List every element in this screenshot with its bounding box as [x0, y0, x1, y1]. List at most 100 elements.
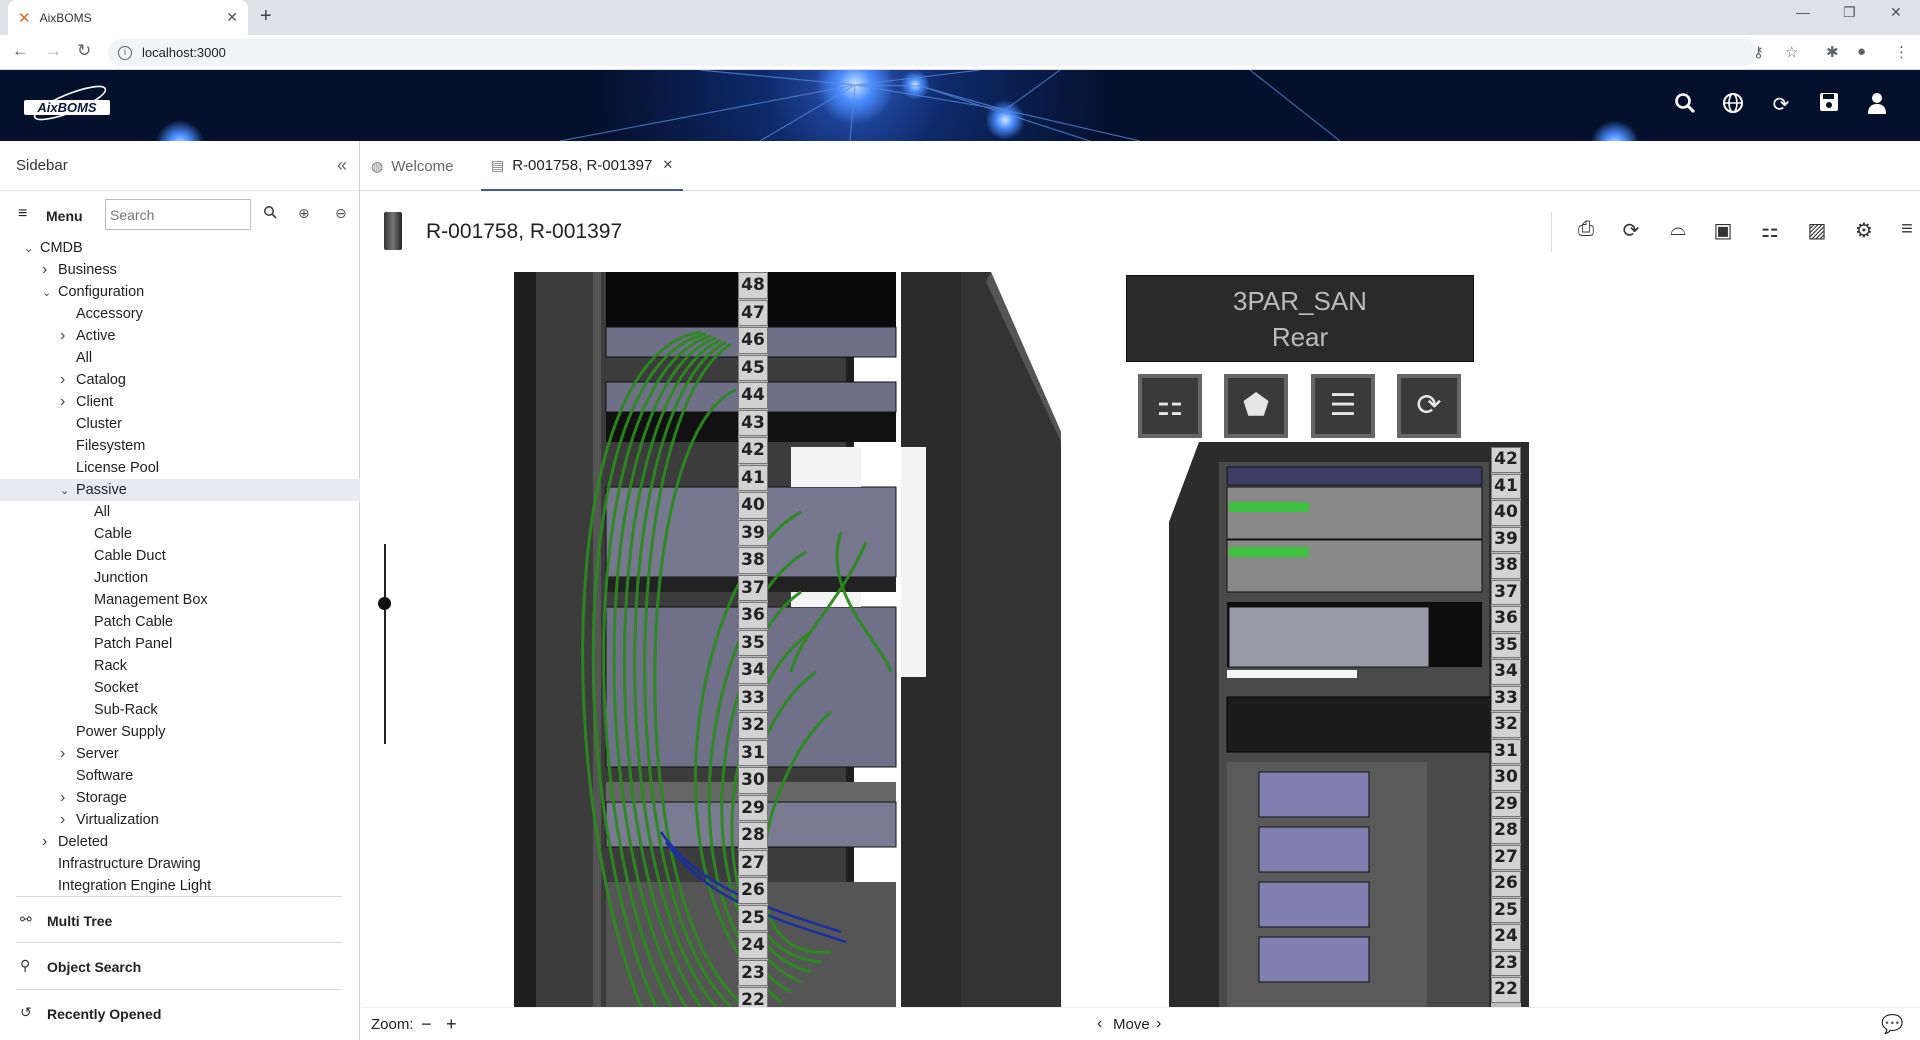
tree-node[interactable]: Cluster — [60, 413, 122, 435]
tree-node[interactable]: ⌄ Configuration — [42, 281, 144, 303]
close-tab-icon[interactable]: ✕ — [226, 9, 238, 26]
list-view-button[interactable]: ☰ — [1311, 374, 1375, 438]
tree-node[interactable]: › Server — [60, 743, 119, 765]
tree-node[interactable]: Rack — [78, 655, 127, 677]
tree-node-label: Sub-Rack — [94, 702, 158, 718]
print-icon[interactable]: ⎙ — [1572, 218, 1600, 246]
chevron-right-icon[interactable]: › — [60, 743, 76, 765]
forward-icon[interactable]: → — [45, 41, 62, 61]
star-icon[interactable]: ☆ — [1785, 43, 1798, 61]
back-icon[interactable]: ← — [12, 41, 29, 61]
rack-unit-number: 29 — [738, 794, 768, 821]
tree-node[interactable]: Junction — [78, 567, 148, 589]
chevron-right-icon[interactable]: › — [42, 831, 58, 853]
profile-icon[interactable]: ● — [1857, 43, 1866, 60]
tab-welcome[interactable]: ◍ Welcome — [361, 141, 463, 191]
tree-node[interactable]: Patch Cable — [78, 611, 173, 633]
tree-node[interactable]: Power Supply — [60, 721, 165, 743]
chevron-down-icon[interactable]: ⌄ — [60, 480, 76, 502]
tree-node[interactable]: Infrastructure Drawing — [42, 853, 201, 875]
tree-node[interactable]: License Pool — [60, 457, 159, 479]
rack-unit-number: 39 — [1491, 526, 1521, 552]
url-field[interactable]: i localhost:3000 — [108, 39, 1758, 66]
browser-tab[interactable]: ✕ AixBOMS ✕ — [8, 0, 248, 35]
sync-icon[interactable]: ⟳ — [1769, 92, 1793, 116]
tree-node[interactable]: Cable — [78, 523, 132, 545]
expand-all-icon[interactable]: ⊕ — [298, 205, 310, 222]
menu-icon[interactable]: ≡ — [1893, 218, 1920, 246]
tree-node[interactable]: ⌄ CMDB — [24, 237, 83, 259]
extensions-icon[interactable]: ✱ — [1826, 43, 1839, 61]
chevron-right-icon[interactable]: › — [60, 391, 76, 413]
tree-node[interactable]: Filesystem — [60, 435, 145, 457]
info-icon[interactable]: i — [118, 45, 132, 60]
tree-node[interactable]: Management Box — [78, 589, 208, 611]
tree-node[interactable]: › Client — [60, 391, 113, 413]
tree-node[interactable]: › Catalog — [60, 369, 126, 391]
restore-icon[interactable]: ❐ — [1843, 4, 1856, 21]
tree-node[interactable]: ⌄ Passive — [0, 479, 360, 501]
hierarchy-icon[interactable]: ⚏ — [1756, 218, 1784, 246]
chevron-right-icon[interactable]: › — [60, 369, 76, 391]
hamburger-icon[interactable]: ≡ — [18, 205, 27, 223]
chevron-right-icon[interactable]: › — [42, 259, 58, 281]
rack-unit-number: 41 — [1491, 473, 1521, 499]
move-right-button[interactable]: › — [1156, 1015, 1161, 1033]
tree-node[interactable]: All — [60, 347, 92, 369]
minimize-icon[interactable]: — — [1796, 4, 1810, 20]
tab-rack[interactable]: ▤ R-001758, R-001397 ✕ — [481, 141, 684, 191]
tree-node[interactable]: › Deleted — [42, 831, 108, 853]
tree-node[interactable]: › Storage — [60, 787, 127, 809]
close-tab-icon[interactable]: ✕ — [662, 157, 673, 173]
object-search-section[interactable]: ⚲ Object Search — [16, 942, 342, 988]
tree-node[interactable]: Accessory — [60, 303, 143, 325]
tree-node[interactable]: › Virtualization — [60, 809, 159, 831]
key-icon[interactable]: ⚷ — [1753, 43, 1764, 61]
move-left-button[interactable]: ‹ — [1097, 1015, 1102, 1033]
tree-node[interactable]: Socket — [78, 677, 138, 699]
chat-icon[interactable]: 💬 — [1881, 1014, 1903, 1035]
chevron-down-icon[interactable]: ⌄ — [42, 282, 58, 304]
zoom-out-button[interactable]: − — [421, 1014, 432, 1035]
collapse-all-icon[interactable]: ⊖ — [335, 205, 347, 222]
clipboard-icon[interactable]: ▣ — [1709, 218, 1737, 246]
tree-node[interactable]: Patch Panel — [78, 633, 172, 655]
close-window-icon[interactable]: ✕ — [1890, 4, 1902, 21]
tree-node[interactable]: All — [78, 501, 110, 523]
rack-unit-number: 31 — [1491, 738, 1521, 764]
refresh-icon[interactable]: ⟳ — [1617, 218, 1645, 246]
tree-node[interactable]: Integration Engine Light — [42, 875, 211, 897]
recently-opened-section[interactable]: ↺ Recently Opened — [16, 989, 342, 1035]
address-bar: ← → ↻ i localhost:3000 ⚷ ☆ ✱ ● ⋮ — [0, 35, 1920, 70]
rack-viewer[interactable]: 48 47 46 45 44 43 42 41 40 39 38 37 36 35 34 33 32 31 30 29… — [361, 272, 1920, 1007]
network-view-button[interactable]: ⚏ — [1138, 374, 1202, 438]
tree-node[interactable]: › Active — [60, 325, 116, 347]
tree-node[interactable]: Sub-Rack — [78, 699, 158, 721]
multi-tree-section[interactable]: ⚯ Multi Tree — [16, 896, 342, 942]
glasses-icon[interactable]: ⌓ — [1664, 218, 1692, 246]
sidebar-search-input[interactable] — [105, 199, 251, 230]
new-tab-button[interactable]: + — [260, 5, 272, 28]
rotate-view-button[interactable]: ⟳ — [1397, 374, 1461, 438]
reload-icon[interactable]: ↻ — [77, 41, 91, 61]
user-icon[interactable] — [1865, 92, 1889, 116]
collapse-sidebar-icon[interactable]: « — [337, 155, 347, 176]
zoom-in-button[interactable]: + — [446, 1014, 457, 1035]
chevron-right-icon[interactable]: › — [60, 809, 76, 831]
tree-node[interactable]: Software — [60, 765, 133, 787]
rack-unit-number: 47 — [738, 299, 768, 326]
gear-icon[interactable]: ⚙ — [1850, 218, 1878, 246]
save-icon[interactable] — [1817, 92, 1841, 116]
search-icon[interactable] — [263, 205, 277, 222]
search-icon[interactable] — [1673, 92, 1697, 116]
chevron-right-icon[interactable]: › — [60, 787, 76, 809]
chevron-right-icon[interactable]: › — [60, 325, 76, 347]
image-icon[interactable]: ▨ — [1803, 218, 1831, 246]
label-view-button[interactable]: ⬟ — [1224, 374, 1288, 438]
tree-node[interactable]: Cable Duct — [78, 545, 166, 567]
chevron-down-icon[interactable]: ⌄ — [24, 238, 40, 260]
tree-node[interactable]: › Business — [42, 259, 117, 281]
url-text: localhost:3000 — [142, 45, 226, 60]
globe-icon[interactable] — [1721, 92, 1745, 116]
chrome-menu-icon[interactable]: ⋮ — [1894, 43, 1909, 61]
